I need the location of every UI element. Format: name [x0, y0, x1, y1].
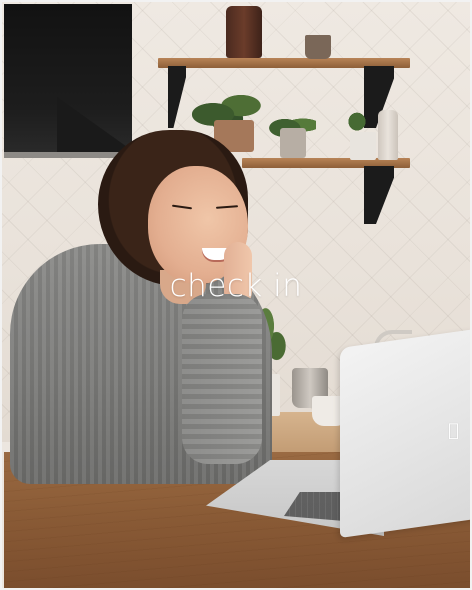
- shelf-bottle: [378, 110, 398, 160]
- apple-logo-icon: : [448, 420, 468, 442]
- dark-jar: [226, 6, 262, 58]
- person-arm: [182, 294, 262, 464]
- hero-caption-text: check in: [169, 268, 303, 304]
- shelf-plant-leaves-3: [342, 106, 372, 132]
- hero-image-frame:  check in: [0, 0, 472, 590]
- shelf-mug: [350, 132, 376, 160]
- shelf-plant-pot-2: [280, 128, 306, 158]
- hero-caption: check in: [2, 268, 470, 304]
- small-cup: [305, 35, 331, 59]
